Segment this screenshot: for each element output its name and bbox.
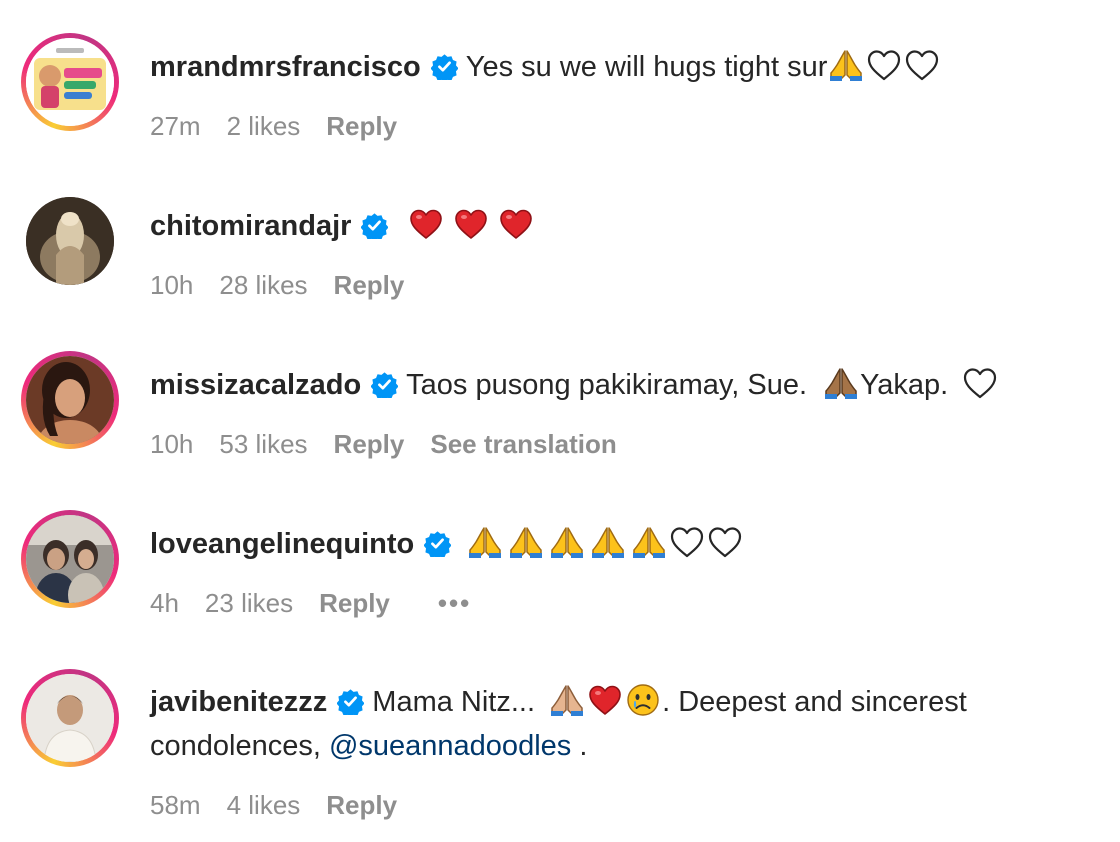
reply-button[interactable]: Reply — [319, 588, 390, 618]
comment-likes[interactable]: 2 likes — [227, 111, 301, 141]
white-heart-icon — [669, 525, 705, 559]
comment-body: Taos pusong pakikiramay, Sue. — [406, 369, 808, 401]
reply-button[interactable]: Reply — [334, 270, 405, 300]
comment-meta: 10h 53 likes Reply See translation — [150, 426, 643, 462]
white-heart-icon — [866, 48, 902, 82]
comment-body-continued: Yakap. — [860, 369, 949, 401]
reply-button[interactable]: Reply — [334, 429, 405, 459]
avatar — [26, 674, 114, 762]
story-ring-avatar[interactable] — [21, 33, 119, 131]
red-heart-icon — [453, 207, 489, 241]
story-ring-avatar[interactable] — [21, 351, 119, 449]
comment-body: Mama Nitz... — [372, 686, 536, 718]
comment-body-line2: condolences, — [150, 730, 321, 762]
folded-hands-icon — [467, 525, 503, 559]
comment-text-line: javibenitezzz Mama Nitz... . Deepest and … — [150, 680, 1090, 724]
comment-text-line: mrandmrsfrancisco Yes su we will hugs tig… — [150, 45, 1090, 89]
comment-username[interactable]: javibenitezzz — [150, 686, 327, 718]
comment-text-line: missizacalzado Taos pusong pakikiramay, S… — [150, 363, 1090, 407]
avatar — [26, 38, 114, 126]
comment-likes[interactable]: 4 likes — [227, 790, 301, 820]
folded-hands-icon — [631, 525, 667, 559]
white-heart-icon — [707, 525, 743, 559]
comment-text-line-2: condolences, @sueannadoodles . — [150, 724, 1090, 768]
comment-list: mrandmrsfrancisco Yes su we will hugs tig… — [0, 0, 1120, 842]
comment-meta: 58m 4 likes Reply — [150, 787, 423, 823]
comment-timestamp[interactable]: 10h — [150, 270, 193, 300]
sad-face-icon — [625, 683, 661, 717]
see-translation-button[interactable]: See translation — [430, 429, 616, 459]
white-heart-icon — [962, 366, 998, 400]
comment-timestamp[interactable]: 27m — [150, 111, 201, 141]
reply-button[interactable]: Reply — [326, 111, 397, 141]
comment-text-line: loveangelinequinto — [150, 522, 1090, 566]
comment-likes[interactable]: 28 likes — [219, 270, 307, 300]
comment-meta: 4h 23 likes Reply ••• — [150, 585, 497, 621]
folded-hands-icon — [828, 48, 864, 82]
reply-button[interactable]: Reply — [326, 790, 397, 820]
avatar-frame[interactable] — [21, 192, 119, 290]
avatar — [26, 515, 114, 603]
folded-hands-icon — [508, 525, 544, 559]
comment-meta: 10h 28 likes Reply — [150, 267, 430, 303]
verified-badge-icon — [424, 530, 451, 557]
white-heart-icon — [904, 48, 940, 82]
comment-body-end: . — [579, 730, 588, 762]
comment-meta: 27m 2 likes Reply — [150, 108, 423, 144]
verified-badge-icon — [431, 53, 458, 80]
mention-link[interactable]: @sueannadoodles — [329, 730, 571, 762]
verified-badge-icon — [371, 371, 398, 398]
comment-text-line: chitomirandajr — [150, 204, 1090, 248]
comment-username[interactable]: missizacalzado — [150, 369, 361, 401]
comment-body: Yes su we will hugs tight sur — [465, 51, 828, 83]
red-heart-icon — [498, 207, 534, 241]
avatar — [26, 197, 114, 285]
folded-hands-icon — [823, 366, 859, 400]
red-heart-icon — [408, 207, 444, 241]
story-ring-avatar[interactable] — [21, 669, 119, 767]
story-ring-avatar[interactable] — [21, 510, 119, 608]
comment-likes[interactable]: 53 likes — [219, 429, 307, 459]
comment-username[interactable]: loveangelinequinto — [150, 528, 414, 560]
comment-likes[interactable]: 23 likes — [205, 588, 293, 618]
comment-username[interactable]: mrandmrsfrancisco — [150, 51, 421, 83]
more-options-icon[interactable]: ••• — [438, 588, 471, 618]
comment-timestamp[interactable]: 4h — [150, 588, 179, 618]
comment-username[interactable]: chitomirandajr — [150, 210, 351, 242]
avatar — [26, 356, 114, 444]
folded-hands-icon — [549, 525, 585, 559]
red-heart-icon — [587, 683, 623, 717]
verified-badge-icon — [361, 212, 388, 239]
comment-timestamp[interactable]: 10h — [150, 429, 193, 459]
folded-hands-icon — [549, 683, 585, 717]
comment-body-continued: . Deepest and sincerest — [662, 686, 967, 718]
verified-badge-icon — [337, 688, 364, 715]
folded-hands-icon — [590, 525, 626, 559]
comment-timestamp[interactable]: 58m — [150, 790, 201, 820]
